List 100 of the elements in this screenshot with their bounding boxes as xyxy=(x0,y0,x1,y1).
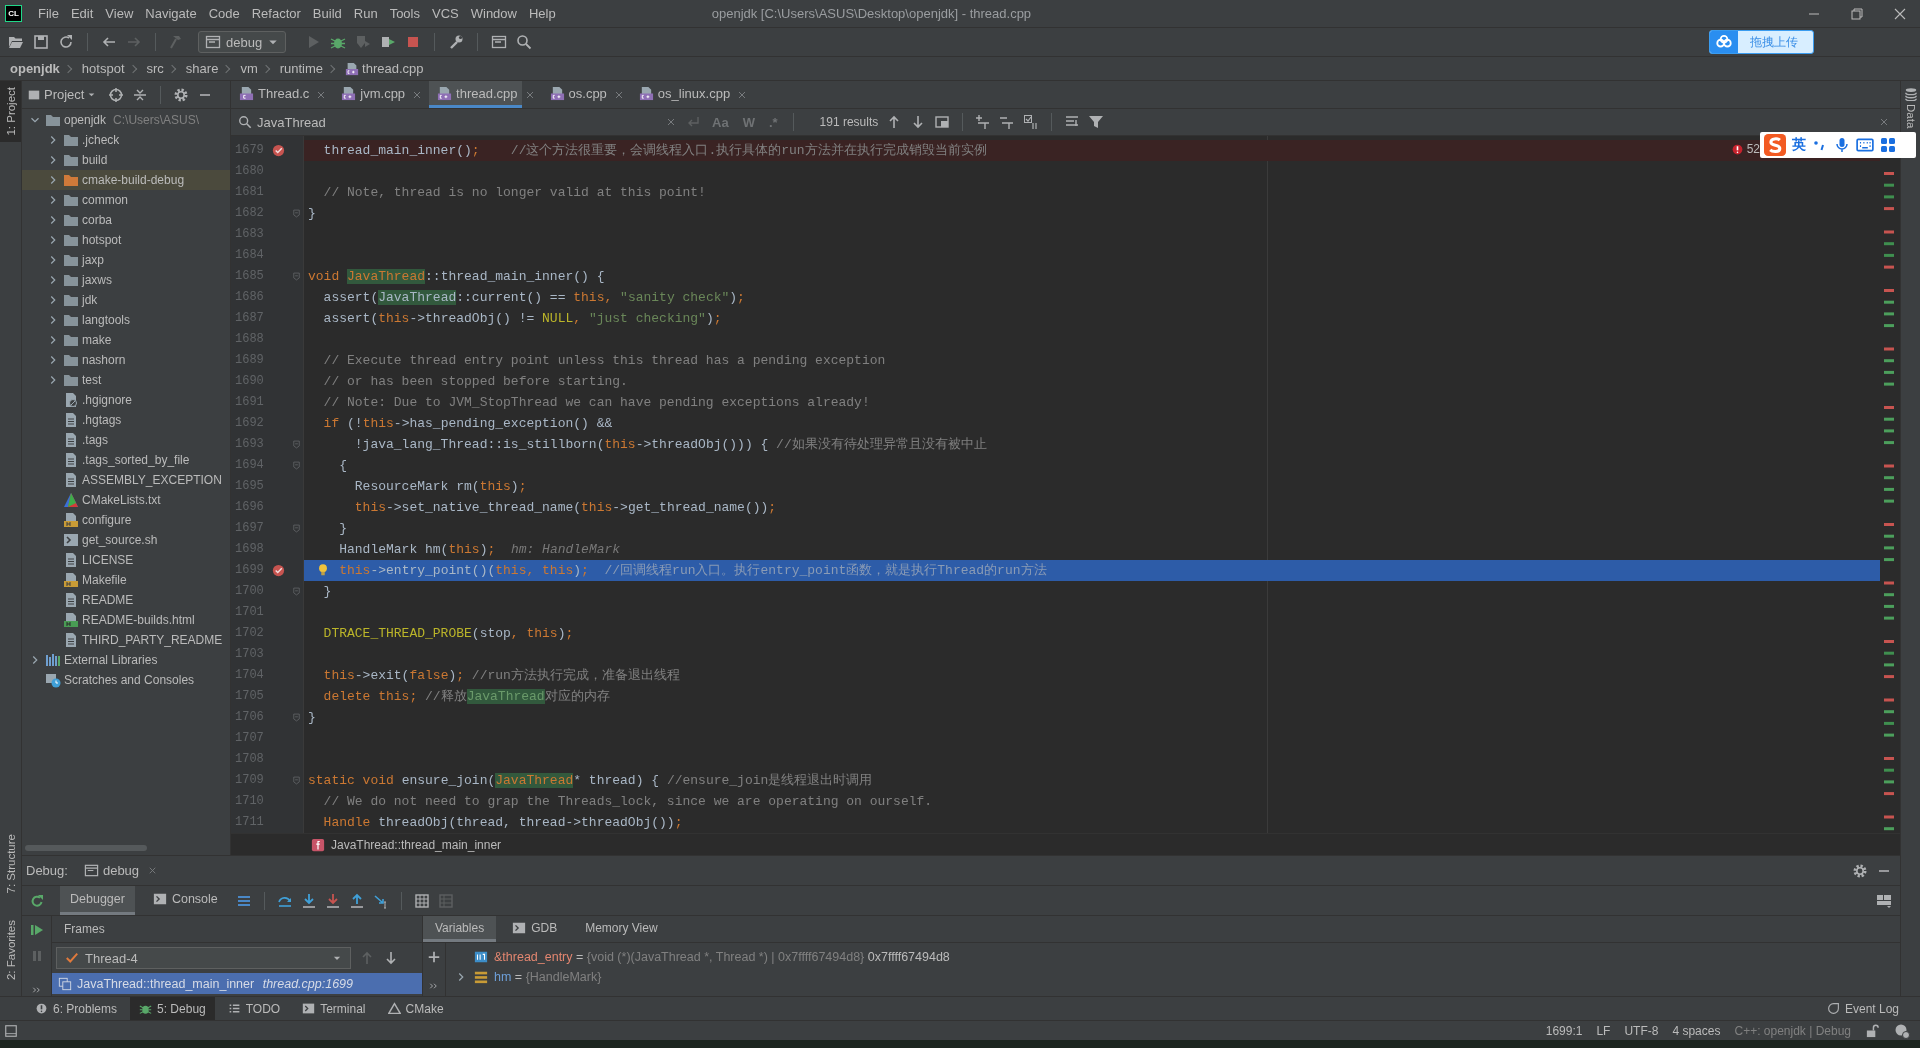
tool-window-button[interactable]: Terminal xyxy=(293,996,375,1021)
tree-item[interactable]: langtools xyxy=(22,310,230,330)
menu-item[interactable]: Edit xyxy=(64,6,100,21)
tree-item[interactable]: LICENSE xyxy=(22,550,230,570)
tree-item[interactable]: configure xyxy=(22,510,230,530)
tree-item[interactable]: jdk xyxy=(22,290,230,310)
more-icon[interactable] xyxy=(30,984,43,996)
tree-item[interactable]: External Libraries xyxy=(22,650,230,670)
tool-window-tab[interactable]: 7: Structure xyxy=(0,828,21,900)
menu-item[interactable]: VCS xyxy=(426,6,465,21)
panel-tab[interactable]: Memory View xyxy=(573,916,670,942)
tree-item[interactable]: common xyxy=(22,190,230,210)
down-arrow-icon[interactable] xyxy=(383,950,399,966)
error-count[interactable]: 52 xyxy=(1730,142,1760,156)
add-selection-icon[interactable] xyxy=(975,114,992,130)
variable-item[interactable]: hm = {HandleMark} xyxy=(494,970,602,984)
lock-icon[interactable] xyxy=(1865,1023,1880,1038)
tree-item[interactable]: jaxws xyxy=(22,270,230,290)
table-icon[interactable] xyxy=(413,892,430,909)
editor-tab[interactable]: jvm.cpp xyxy=(333,81,410,108)
menu-item[interactable]: Help xyxy=(522,6,562,21)
tool-window-tab[interactable]: 1: Project xyxy=(0,81,21,142)
restore-icon[interactable] xyxy=(1849,5,1865,22)
tool-window-button[interactable]: TODO xyxy=(218,996,290,1021)
tree-item[interactable]: build xyxy=(22,150,230,170)
resume-icon[interactable] xyxy=(28,922,45,938)
menu-item[interactable]: Build xyxy=(306,6,348,21)
thread-dropdown[interactable]: Thread-4 xyxy=(56,947,351,969)
tool-window-button[interactable]: 6: Problems xyxy=(26,996,127,1021)
tree-item[interactable]: CMakeLists.txt xyxy=(22,490,230,510)
locate-icon[interactable] xyxy=(108,86,125,103)
frame-item[interactable]: JavaThread::thread_main_inner thread.cpp:1699 xyxy=(52,973,422,994)
tree-item[interactable]: ASSEMBLY_EXCEPTION xyxy=(22,470,230,490)
panel-tab[interactable]: Variables xyxy=(423,916,497,942)
settings-icon[interactable] xyxy=(173,86,190,103)
breadcrumb-item[interactable]: runtime xyxy=(257,61,324,76)
scrollbar-thumb[interactable] xyxy=(25,845,147,851)
inspector-icon[interactable] xyxy=(1894,1022,1910,1039)
remove-selection-icon[interactable] xyxy=(999,114,1016,130)
tree-item[interactable]: Scratches and Consoles xyxy=(22,670,230,690)
cursor-position[interactable]: 1699:1 xyxy=(1545,1023,1583,1038)
tree-item[interactable]: nashorn xyxy=(22,350,230,370)
variable-item[interactable]: &thread_entry = {void (*)(JavaThread *, Thread *) | 0x7ffff67494d8} 0x7ffff67494d8 xyxy=(494,950,950,964)
breadcrumb-item[interactable]: vm xyxy=(218,61,258,76)
select-all-icon[interactable] xyxy=(934,114,951,130)
breadcrumb-item[interactable]: share xyxy=(163,61,219,76)
tree-item[interactable]: .hgignore xyxy=(22,390,230,410)
breadcrumb-item[interactable]: hotspot xyxy=(59,61,125,76)
breakpoint-icon[interactable] xyxy=(271,143,286,158)
breadcrumb-item[interactable]: src xyxy=(124,61,164,76)
close-icon[interactable] xyxy=(1878,116,1890,128)
clear-icon[interactable] xyxy=(665,116,677,128)
menu-item[interactable]: View xyxy=(99,6,140,21)
tree-item[interactable]: hotspot xyxy=(22,230,230,250)
more-icon[interactable] xyxy=(428,980,440,992)
rerun-icon[interactable] xyxy=(29,892,45,909)
menu-item[interactable]: Tools xyxy=(383,6,426,21)
run-to-cursor-icon[interactable] xyxy=(372,892,389,909)
settings-icon[interactable] xyxy=(1852,862,1868,879)
session-tab[interactable]: debug xyxy=(83,863,140,878)
file-encoding[interactable]: UTF-8 xyxy=(1624,1023,1659,1038)
tree-item[interactable]: openjdk C:\Users\ASUS\ xyxy=(22,110,230,130)
lightbulb-icon[interactable] xyxy=(316,562,330,578)
keyboard-icon[interactable] xyxy=(1856,136,1874,154)
upload-button[interactable]: 拖拽上传 xyxy=(1709,30,1814,54)
breadcrumb-item[interactable]: openjdk xyxy=(10,61,60,76)
tree-item[interactable]: test xyxy=(22,370,230,390)
wrench-icon[interactable] xyxy=(448,34,464,50)
tree-item[interactable]: make xyxy=(22,330,230,350)
panel-tab[interactable]: GDB xyxy=(500,916,570,942)
menu-item[interactable]: Window xyxy=(464,6,523,21)
tool-window-button[interactable]: 5: Debug xyxy=(130,996,215,1021)
event-log-button[interactable]: Event Log xyxy=(1817,996,1908,1021)
tree-item[interactable]: get_source.sh xyxy=(22,530,230,550)
select-occurrences-icon[interactable] xyxy=(1023,114,1040,130)
menu-item[interactable]: Refactor xyxy=(245,6,307,21)
s-logo-icon[interactable] xyxy=(1764,134,1786,156)
tool-window-tab[interactable]: 2: Favorites xyxy=(0,913,21,986)
step-into-icon[interactable] xyxy=(300,892,317,909)
tree-item[interactable]: .hgtags xyxy=(22,410,230,430)
panel-tab[interactable]: Debugger xyxy=(60,886,135,915)
input-method-bar[interactable]: 英 xyxy=(1760,132,1916,158)
tree-item[interactable]: .tags_sorted_by_file xyxy=(22,450,230,470)
add-icon[interactable] xyxy=(427,950,441,964)
panel-tab[interactable]: Console xyxy=(142,886,228,915)
microphone-icon[interactable] xyxy=(1834,137,1850,153)
tool-window-tab[interactable]: Data xyxy=(1903,81,1918,135)
indent-setting[interactable]: 4 spaces xyxy=(1672,1023,1721,1038)
folder-icon[interactable] xyxy=(8,34,24,50)
refresh-icon[interactable] xyxy=(58,34,74,50)
tree-item[interactable]: jaxp xyxy=(22,250,230,270)
tree-item[interactable]: README-builds.html xyxy=(22,610,230,630)
menu-item[interactable]: Code xyxy=(202,6,246,21)
grid-icon[interactable] xyxy=(1880,137,1896,153)
editor-tab[interactable]: os_linux.cpp xyxy=(630,81,735,108)
step-out-icon[interactable] xyxy=(348,892,365,909)
tree-item[interactable]: .tags xyxy=(22,430,230,450)
panel-title-dropdown[interactable]: Project xyxy=(27,87,97,102)
window-icon[interactable] xyxy=(491,34,507,50)
editor-tab[interactable]: os.cpp xyxy=(541,81,611,108)
